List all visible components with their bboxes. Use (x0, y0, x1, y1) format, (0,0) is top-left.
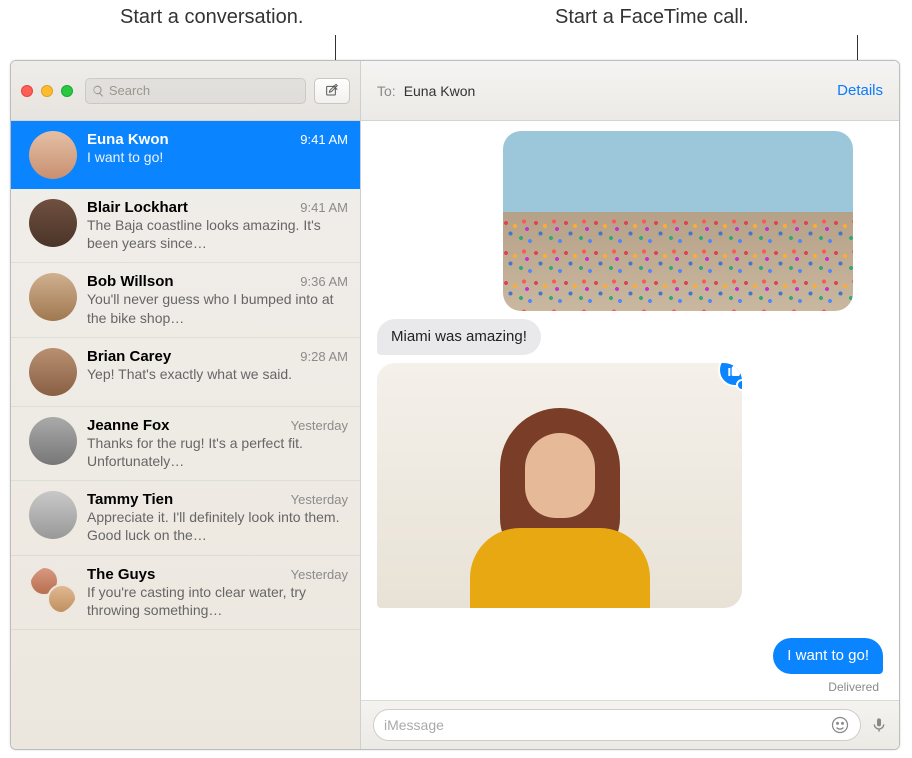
conversation-time: Yesterday (291, 567, 348, 582)
conversation-name: Euna Kwon (87, 131, 169, 148)
conversation-time: Yesterday (291, 492, 348, 507)
avatar (29, 417, 77, 465)
window-controls (21, 85, 73, 97)
conversation-item[interactable]: Tammy Tien YesterdayAppreciate it. I'll d… (11, 481, 360, 555)
message-bubble[interactable]: Miami was amazing! (377, 319, 541, 355)
smiley-icon (830, 715, 850, 735)
image-attachment-beach[interactable] (503, 131, 853, 311)
message-incoming-image (377, 363, 883, 608)
message-incoming-image (377, 131, 883, 311)
conversation-name: Bob Willson (87, 273, 174, 290)
conversation-name: The Guys (87, 566, 155, 583)
conversation-preview: You'll never guess who I bumped into at … (87, 290, 348, 326)
callout-details: Start a FaceTime call. (555, 6, 749, 29)
thumbs-up-icon (727, 363, 742, 378)
conversation-name: Brian Carey (87, 348, 171, 365)
minimize-window-button[interactable] (41, 85, 53, 97)
message-bubble[interactable]: I want to go! (773, 638, 883, 674)
conversation-item[interactable]: Euna Kwon 9:41 AMI want to go! (11, 121, 360, 189)
sidebar: Euna Kwon9:41 AMI want to go!Blair Lockh… (11, 61, 361, 749)
microphone-icon (871, 715, 887, 735)
delivery-receipt: Delivered (828, 680, 879, 694)
conversation-time: 9:41 AM (300, 200, 348, 215)
search-icon (92, 84, 105, 98)
conversation-list[interactable]: Euna Kwon9:41 AMI want to go!Blair Lockh… (11, 121, 360, 749)
conversation-name: Tammy Tien (87, 491, 173, 508)
compose-button[interactable] (314, 78, 350, 104)
close-window-button[interactable] (21, 85, 33, 97)
conversation-preview: Yep! That's exactly what we said. (87, 365, 348, 383)
conversation-time: 9:36 AM (300, 274, 348, 289)
message-outgoing: I want to go! (377, 638, 883, 674)
conversation-preview: The Baja coastline looks amazing. It's b… (87, 216, 348, 252)
conversation-item[interactable]: Bob Willson 9:36 AMYou'll never guess who… (11, 263, 360, 337)
avatar (29, 491, 77, 539)
callout-compose: Start a conversation. (120, 6, 303, 29)
emoji-button[interactable] (830, 715, 850, 735)
conversation-item[interactable]: The Guys YesterdayIf you're casting into … (11, 556, 360, 630)
conversation-preview: Appreciate it. I'll definitely look into… (87, 508, 348, 544)
avatar (29, 199, 77, 247)
audio-message-button[interactable] (871, 715, 887, 735)
recipient-name[interactable]: Euna Kwon (404, 83, 476, 99)
conversation-pane: To: Euna Kwon Details Miami was amazing! (361, 61, 899, 749)
message-thread[interactable]: Miami was amazing! I want to (361, 121, 899, 700)
conversation-preview: Thanks for the rug! It's a perfect fit. … (87, 434, 348, 470)
compose-icon (324, 83, 340, 99)
conversation-item[interactable]: Brian Carey 9:28 AMYep! That's exactly wh… (11, 338, 360, 407)
conversation-item[interactable]: Jeanne Fox YesterdayThanks for the rug! I… (11, 407, 360, 481)
conversation-time: 9:28 AM (300, 349, 348, 364)
image-attachment-portrait[interactable] (377, 363, 742, 608)
search-input[interactable] (109, 83, 299, 98)
conversation-name: Blair Lockhart (87, 199, 188, 216)
message-input[interactable] (384, 717, 830, 733)
conversation-time: 9:41 AM (300, 132, 348, 147)
search-field[interactable] (85, 78, 306, 104)
conversation-preview: I want to go! (87, 148, 348, 166)
compose-bar (361, 700, 899, 749)
conversation-name: Jeanne Fox (87, 417, 170, 434)
avatar (29, 348, 77, 396)
messages-window: Euna Kwon9:41 AMI want to go!Blair Lockh… (10, 60, 900, 750)
details-button[interactable]: Details (837, 82, 883, 99)
avatar (29, 131, 77, 179)
fullscreen-window-button[interactable] (61, 85, 73, 97)
to-label: To: (377, 83, 396, 99)
message-input-wrapper[interactable] (373, 709, 861, 741)
sidebar-toolbar (11, 61, 360, 121)
message-incoming: Miami was amazing! (377, 319, 883, 355)
conversation-item[interactable]: Blair Lockhart 9:41 AMThe Baja coastline … (11, 189, 360, 263)
avatar (29, 273, 77, 321)
conversation-header: To: Euna Kwon Details (361, 61, 899, 121)
conversation-preview: If you're casting into clear water, try … (87, 583, 348, 619)
conversation-time: Yesterday (291, 418, 348, 433)
avatar (29, 566, 77, 614)
tapback-like[interactable] (718, 363, 742, 387)
